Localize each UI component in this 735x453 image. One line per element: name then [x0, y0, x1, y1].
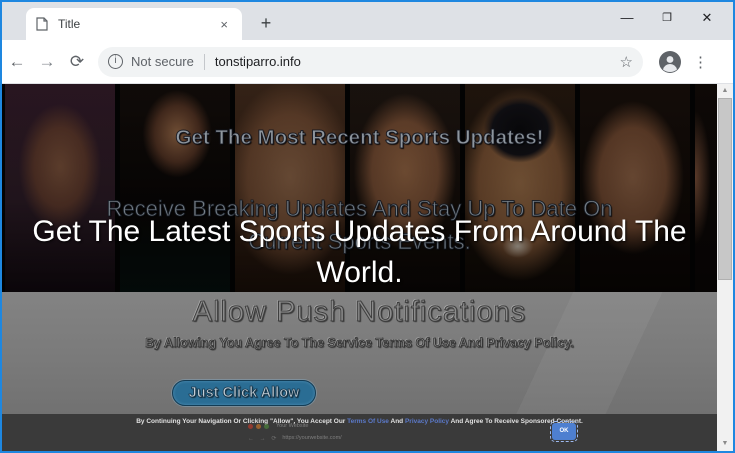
menu-dots-icon[interactable]: ⋮ — [693, 53, 708, 71]
profile-avatar-icon[interactable] — [659, 50, 681, 73]
mock-tab-label: Your Website — [276, 423, 309, 429]
forward-icon[interactable]: → — [32, 52, 62, 72]
bookmark-star-icon[interactable]: ☆ — [612, 53, 633, 71]
ok-button[interactable]: OK — [550, 421, 578, 442]
new-tab-button[interactable]: + — [254, 12, 278, 36]
page-content: Get The Most Recent Sports Updates! Rece… — [2, 84, 717, 451]
page-scrollbar[interactable]: ▲ ▼ — [717, 84, 733, 451]
allow-notifications-heading: Allow Push Notifications — [192, 296, 527, 329]
browser-toolbar: ← → ⟳ i Not secure tonstiparro.info ☆ ⋮ — [2, 40, 733, 84]
traffic-light-orange-icon — [256, 423, 261, 429]
reload-icon[interactable]: ⟳ — [62, 52, 92, 72]
tab-strip: Title × + — ❐ ✕ — [2, 2, 733, 40]
window-controls: — ❐ ✕ — [607, 2, 727, 34]
tab-close-icon[interactable]: × — [216, 17, 232, 32]
mock-browser-graphic: Your Website ← → ⟳ https://yourwebsite.c… — [248, 420, 426, 451]
hero-main-heading: Get The Latest Sports Updates From Aroun… — [32, 215, 687, 289]
just-click-allow-button[interactable]: Just Click Allow — [172, 380, 316, 406]
traffic-light-green-icon — [264, 423, 269, 429]
allow-notifications-subtext: By Allowing You Agree To The Service Ter… — [145, 336, 575, 351]
address-separator — [203, 53, 205, 70]
traffic-light-red-icon — [248, 423, 253, 429]
scrollbar-thumb[interactable] — [718, 98, 732, 280]
browser-window: Title × + — ❐ ✕ ← → ⟳ i Not secure tonst… — [0, 0, 735, 453]
tab-title[interactable]: Title × — [26, 8, 242, 40]
scroll-up-icon[interactable]: ▲ — [717, 84, 733, 98]
close-button[interactable]: ✕ — [687, 2, 727, 34]
info-icon[interactable]: i — [108, 54, 123, 69]
security-label: Not secure — [131, 54, 194, 69]
mock-nav-icons: ← → ⟳ — [248, 435, 279, 442]
maximize-button[interactable]: ❐ — [647, 2, 687, 34]
address-bar[interactable]: i Not secure tonstiparro.info ☆ — [98, 46, 643, 77]
hero-top-heading: Get The Most Recent Sports Updates! — [175, 126, 544, 150]
mock-browser-url-row: ← → ⟳ https://yourwebsite.com/ — [248, 432, 426, 444]
scroll-down-icon[interactable]: ▼ — [717, 437, 733, 451]
mock-url-text: https://yourwebsite.com/ — [282, 435, 342, 441]
url-text[interactable]: tonstiparro.info — [215, 54, 612, 69]
tab-title-label: Title — [58, 17, 81, 31]
mock-browser-tab-row: Your Website — [248, 420, 426, 432]
page-icon — [36, 17, 48, 31]
minimize-button[interactable]: — — [607, 2, 647, 34]
back-icon[interactable]: ← — [2, 52, 32, 72]
